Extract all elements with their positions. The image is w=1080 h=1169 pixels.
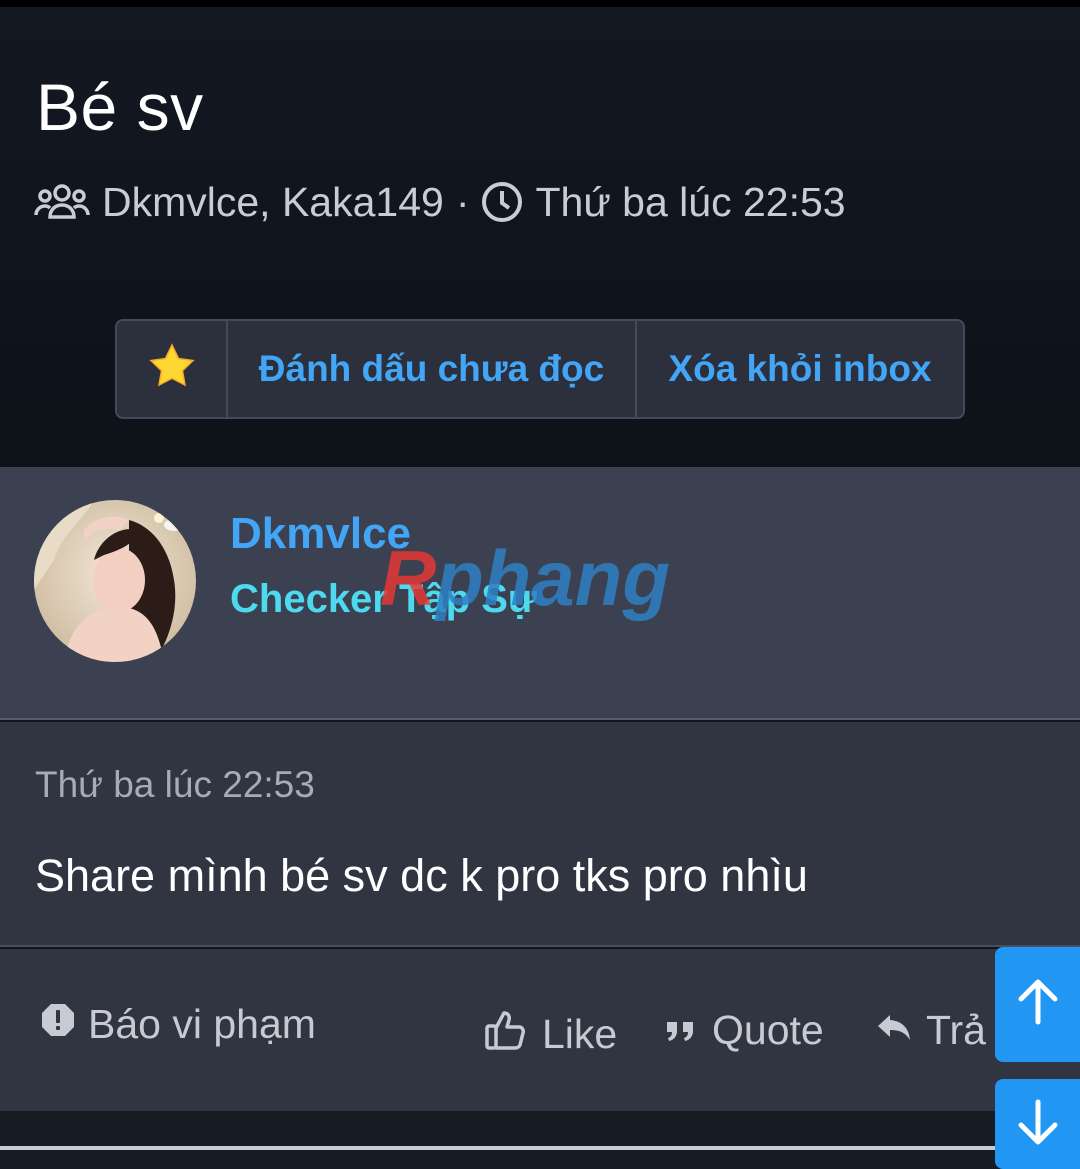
message-content: Thứ ba lúc 22:53 Share mình bé sv dc k p… <box>0 722 1080 947</box>
svg-text:R: R <box>380 539 436 622</box>
avatar[interactable] <box>34 500 196 662</box>
quote-button[interactable]: Quote <box>664 1007 824 1054</box>
divider <box>0 1146 1000 1150</box>
next-post-area <box>0 1111 1080 1169</box>
post-author-block: Dkmvlce Checker Tập Sự R phang <box>0 467 1080 720</box>
svg-text:phang: phang <box>434 539 670 622</box>
mark-unread-button[interactable]: Đánh dấu chưa đọc <box>228 321 637 417</box>
message-footer: Báo vi phạm Like Quote Trả <box>0 949 1080 1111</box>
participants[interactable]: Dkmvlce, Kaka149 <box>102 179 444 226</box>
message-body: Share mình bé sv dc k pro tks pro nhìu <box>35 850 808 901</box>
thread-header: Bé sv Dkmvlce, Kaka149 · Thứ ba lúc 22:5… <box>0 7 1080 467</box>
remove-from-inbox-button[interactable]: Xóa khỏi inbox <box>637 321 963 417</box>
message-time[interactable]: Thứ ba lúc 22:53 <box>35 764 315 806</box>
clock-icon <box>481 181 523 223</box>
like-label: Like <box>542 1010 618 1057</box>
thread-meta: Dkmvlce, Kaka149 · Thứ ba lúc 22:53 <box>34 177 846 227</box>
page-title: Bé sv <box>36 70 204 144</box>
arrow-down-icon <box>1016 1098 1060 1151</box>
quote-label: Quote <box>712 1007 824 1053</box>
status-strip <box>0 0 1080 7</box>
report-button[interactable]: Báo vi phạm <box>40 1001 316 1048</box>
meta-separator: · <box>455 178 470 225</box>
alert-icon <box>40 1001 76 1048</box>
star-icon <box>148 342 195 396</box>
users-icon <box>34 181 90 223</box>
star-button[interactable] <box>117 321 228 417</box>
watermark-logo: R phang <box>376 534 706 634</box>
scroll-to-bottom-button[interactable] <box>995 1079 1080 1169</box>
thread-time: Thứ ba lúc 22:53 <box>535 178 846 225</box>
quote-icon <box>664 1007 698 1054</box>
reply-icon <box>876 1007 912 1054</box>
arrow-up-icon <box>1016 978 1060 1031</box>
thread-action-bar: Đánh dấu chưa đọc Xóa khỏi inbox <box>115 319 965 419</box>
report-label: Báo vi phạm <box>88 1001 316 1047</box>
like-button[interactable]: Like <box>484 1007 617 1061</box>
scroll-to-top-button[interactable] <box>995 947 1080 1062</box>
reply-label: Trả <box>926 1007 986 1053</box>
thumbs-up-icon <box>484 1007 528 1061</box>
reply-button[interactable]: Trả <box>876 1007 986 1054</box>
